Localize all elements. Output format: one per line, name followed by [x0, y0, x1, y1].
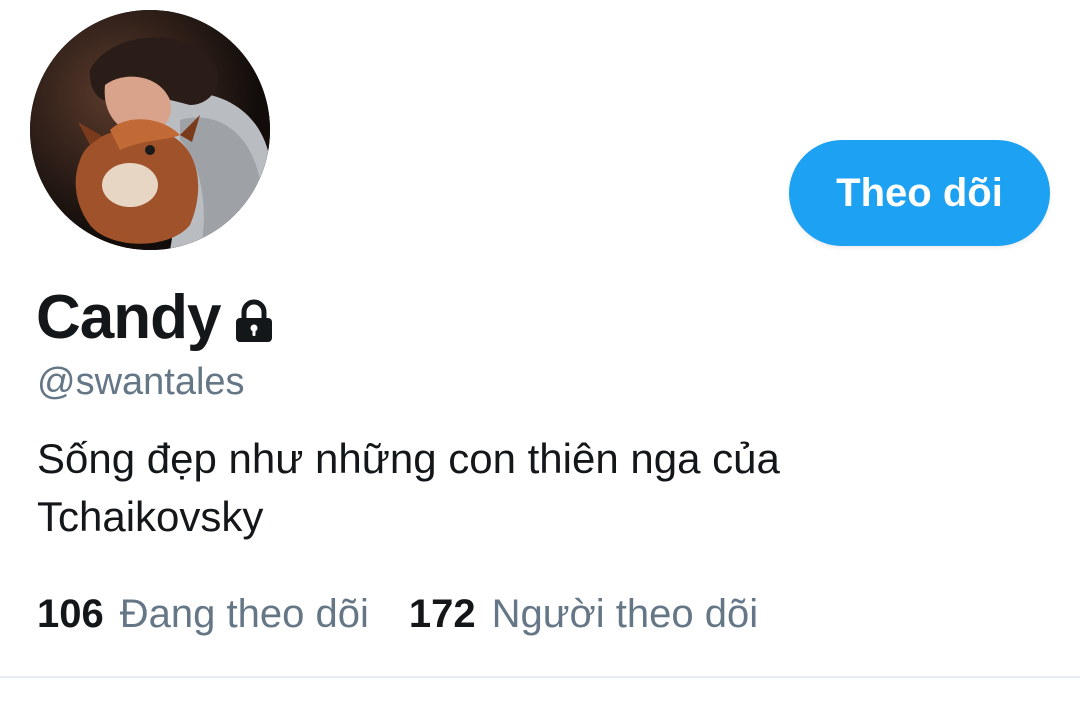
- followers-label: Người theo dõi: [491, 592, 759, 636]
- following-count: 106: [37, 592, 104, 636]
- followers-stat[interactable]: 172 Người theo dõi: [409, 590, 758, 638]
- follow-button[interactable]: Theo dõi: [789, 140, 1050, 246]
- following-stat[interactable]: 106 Đang theo dõi: [37, 590, 369, 638]
- profile-bio: Sống đẹp như những con thiên nga của Tch…: [37, 430, 937, 546]
- divider: [0, 676, 1080, 678]
- following-label: Đang theo dõi: [119, 592, 369, 636]
- profile-header: Theo dõi Candy @swantales Sống đẹp như n…: [0, 0, 1080, 720]
- bio-line: Tchaikovsky: [37, 493, 264, 540]
- user-handle: @swantales: [37, 361, 245, 403]
- name-row: Candy: [36, 280, 278, 356]
- below-fold-glyph: [560, 712, 580, 720]
- lock-icon: [230, 298, 278, 346]
- followers-count: 172: [408, 592, 476, 636]
- profile-stats: 106 Đang theo dõi 172 Người theo dõi: [37, 590, 758, 638]
- avatar-photo: [30, 10, 270, 250]
- display-name: Candy: [36, 283, 221, 352]
- bio-line: Sống đẹp như những con thiên nga của: [37, 435, 780, 482]
- avatar[interactable]: [30, 10, 270, 250]
